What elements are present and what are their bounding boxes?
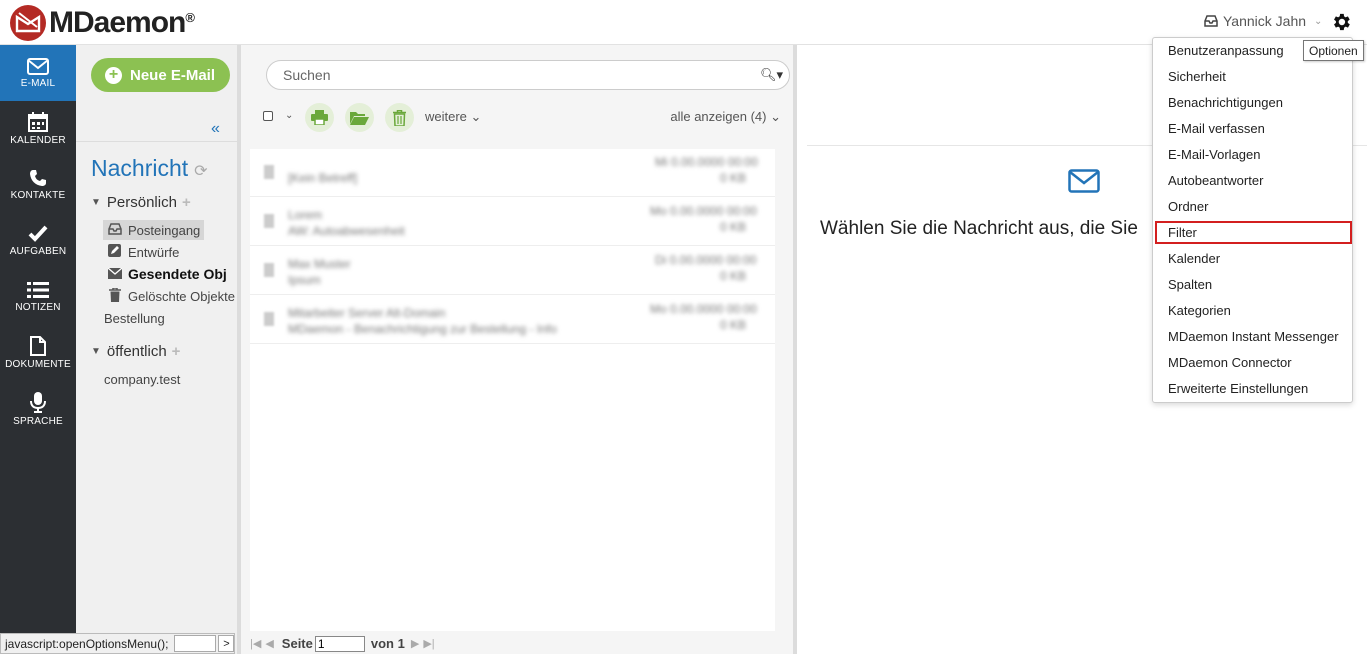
more-dropdown[interactable]: weitere ⌄ — [425, 109, 481, 125]
list-item[interactable]: Lorem AW: Autoabwesenheit Mo 0.00.0000 0… — [250, 198, 775, 246]
menu-item-email-vorlagen[interactable]: E-Mail-Vorlagen — [1155, 143, 1352, 166]
search-input[interactable]: Suchen 🔍︎▾ — [266, 60, 790, 90]
collapse-panel-icon[interactable]: « — [211, 120, 220, 138]
message-checkbox[interactable] — [264, 165, 274, 179]
menu-item-ordner[interactable]: Ordner — [1155, 195, 1352, 218]
status-text: javascript:openOptionsMenu(); — [5, 636, 169, 651]
logo-envelope-icon — [10, 5, 46, 41]
inbox-icon — [107, 222, 122, 238]
folder-drafts[interactable]: Entwürfe — [103, 242, 183, 262]
logo-text: MDaemon — [49, 6, 186, 39]
menu-item-kategorien[interactable]: Kategorien — [1155, 299, 1352, 322]
list-item[interactable]: [Kein Betreff] Mi 0.00.0000 00:00 0 KB — [250, 149, 775, 197]
folder-bestellung[interactable]: Bestellung — [104, 311, 165, 326]
move-folder-button[interactable] — [345, 103, 374, 132]
menu-item-erweiterte-einstellungen[interactable]: Erweiterte Einstellungen — [1155, 377, 1352, 400]
plus-icon: + — [105, 66, 122, 84]
envelope-icon — [1068, 169, 1100, 193]
options-tooltip: Optionen — [1303, 40, 1364, 61]
options-menu: Benutzeranpassung Sicherheit Benachricht… — [1152, 37, 1353, 403]
group-personal[interactable]: ▼ Persönlich + — [91, 194, 191, 211]
chevron-down-icon[interactable]: ⌄ — [285, 110, 293, 121]
gear-icon[interactable] — [1330, 11, 1352, 33]
microphone-icon — [30, 391, 46, 413]
envelope-icon — [27, 57, 49, 75]
menu-item-spalten[interactable]: Spalten — [1155, 273, 1352, 296]
nav-documents[interactable]: DOKUMENTE — [0, 325, 76, 381]
folder-sent[interactable]: Gesendete Obj — [103, 264, 231, 284]
chevron-right-icon[interactable]: > — [218, 635, 235, 652]
inbox-icon — [1204, 15, 1218, 27]
delete-button[interactable] — [385, 103, 414, 132]
group-public[interactable]: ▼ öffentlich + — [91, 343, 180, 360]
nav-contacts[interactable]: KONTAKTE — [0, 157, 76, 213]
folder-panel: + Neue E-Mail « Nachricht ⟳ ▼ Persönlich … — [76, 45, 237, 654]
divider — [76, 141, 237, 142]
select-message-hint: Wählen Sie die Nachricht aus, die Sie — [820, 218, 1138, 239]
nav-calendar[interactable]: KALENDER — [0, 101, 76, 157]
list-icon — [27, 282, 49, 298]
show-all-dropdown[interactable]: alle anzeigen (4) ⌄ — [670, 109, 781, 125]
sent-icon — [107, 266, 122, 282]
folder-title: Nachricht ⟳ — [91, 155, 208, 181]
folder-open-icon — [350, 111, 369, 125]
chevron-down-icon: ⌄ — [1314, 15, 1323, 27]
message-list-panel: Suchen 🔍︎▾ ⌄ weitere ⌄ alle anzeigen (4)… — [241, 45, 793, 654]
nav-notes[interactable]: NOTIZEN — [0, 269, 76, 325]
nav-voice[interactable]: SPRACHE — [0, 381, 76, 437]
document-icon — [30, 336, 46, 356]
search-icon[interactable]: 🔍︎▾ — [760, 67, 783, 83]
folder-inbox[interactable]: Posteingang — [103, 220, 205, 240]
folder-company[interactable]: company.test — [104, 372, 180, 387]
main-nav: E-MAIL KALENDER KONTAKTE AUFGABEN NOTIZE… — [0, 45, 76, 654]
user-name: Yannick Jahn — [1223, 13, 1307, 29]
add-folder-icon[interactable]: + — [182, 194, 191, 211]
page-number-input[interactable] — [314, 635, 365, 652]
checkmark-icon — [28, 225, 48, 242]
menu-item-kalender[interactable]: Kalender — [1155, 247, 1352, 270]
menu-item-filter[interactable]: Filter — [1155, 221, 1352, 244]
menu-item-autobeantworter[interactable]: Autobeantworter — [1155, 169, 1352, 192]
refresh-icon[interactable]: ⟳ — [194, 163, 207, 180]
message-checkbox[interactable] — [264, 263, 274, 277]
next-page-icon[interactable]: ▶ — [411, 637, 419, 650]
add-folder-icon[interactable]: + — [172, 343, 181, 360]
trash-icon — [107, 286, 122, 305]
phone-icon — [30, 170, 46, 186]
message-checkbox[interactable] — [264, 214, 274, 228]
chevron-down-icon: ⌄ — [470, 109, 482, 124]
list-toolbar: ⌄ weitere ⌄ alle anzeigen (4) ⌄ — [261, 103, 781, 132]
caret-down-icon: ▼ — [91, 346, 101, 357]
nav-tasks[interactable]: AUFGABEN — [0, 213, 76, 269]
last-page-icon[interactable]: ▶| — [423, 637, 434, 650]
user-menu[interactable]: Yannick Jahn ⌄ — [1204, 13, 1322, 29]
message-checkbox[interactable] — [264, 312, 274, 326]
calendar-icon — [28, 112, 48, 132]
menu-item-email-verfassen[interactable]: E-Mail verfassen — [1155, 117, 1352, 140]
mdaemon-logo[interactable]: MDaemon ® — [10, 5, 195, 41]
select-all-checkbox[interactable] — [263, 111, 273, 121]
print-button[interactable] — [305, 103, 334, 132]
trash-icon — [393, 109, 406, 126]
pagination: |◀ ◀ Seite von 1 ▶ ▶| — [250, 633, 775, 654]
list-item[interactable]: Max Muster Ipsum Di 0.00.0000 00:00 0 KB — [250, 247, 775, 295]
message-list: [Kein Betreff] Mi 0.00.0000 00:00 0 KB L… — [250, 149, 775, 631]
status-field — [174, 635, 217, 652]
caret-down-icon: ▼ — [91, 197, 101, 208]
browser-status-bar: javascript:openOptionsMenu(); > — [0, 633, 236, 654]
menu-item-connector[interactable]: MDaemon Connector — [1155, 351, 1352, 374]
first-page-icon[interactable]: |◀ — [250, 637, 261, 650]
nav-email[interactable]: E-MAIL — [0, 45, 76, 101]
menu-item-instant-messenger[interactable]: MDaemon Instant Messenger — [1155, 325, 1352, 348]
pencil-icon — [107, 244, 122, 260]
menu-item-benachrichtigungen[interactable]: Benachrichtigungen — [1155, 91, 1352, 114]
folder-trash[interactable]: Gelöschte Objekte — [103, 286, 237, 306]
list-item[interactable]: Mitarbeiter Server Alt-Domain MDaemon - … — [250, 296, 775, 344]
print-icon — [311, 110, 328, 125]
menu-item-sicherheit[interactable]: Sicherheit — [1155, 65, 1352, 88]
chevron-down-icon: ⌄ — [770, 109, 781, 124]
new-email-button[interactable]: + Neue E-Mail — [91, 58, 230, 92]
prev-page-icon[interactable]: ◀ — [265, 637, 273, 650]
